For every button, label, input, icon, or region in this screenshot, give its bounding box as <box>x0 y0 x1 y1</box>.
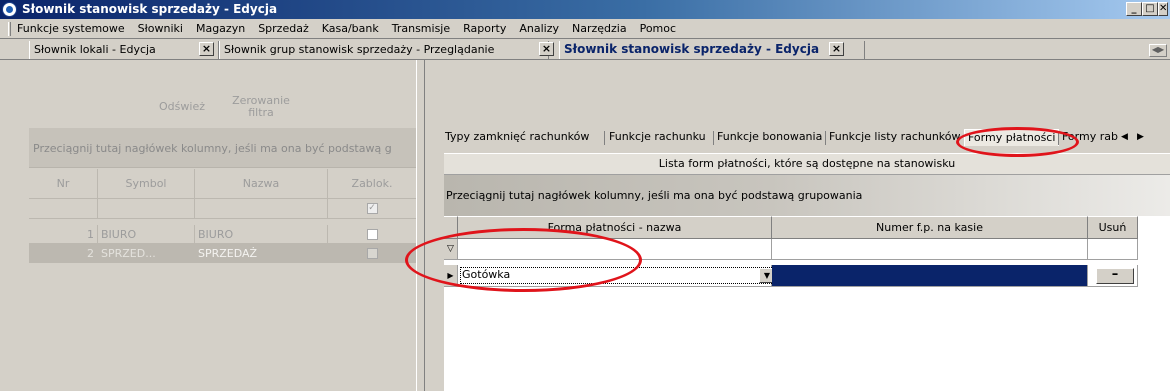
tab-label: Słownik lokali - Edycja <box>34 43 156 56</box>
menu-slowniki[interactable]: Słowniki <box>138 22 183 35</box>
group-by-area[interactable]: Przeciągnij tutaj nagłówek kolumny, jeśl… <box>444 175 1170 216</box>
tab-scroll-arrows[interactable]: ◀▶ <box>1149 44 1167 57</box>
filter-cell[interactable] <box>195 199 328 219</box>
menu-grip <box>8 21 11 36</box>
tab-slownik-lokali[interactable]: Słownik lokali - Edycja <box>29 41 219 59</box>
tab-formy-platnosci[interactable]: Formy płatności <box>964 129 1060 146</box>
tab-scroll-left-icon[interactable]: ◀ <box>1121 129 1128 145</box>
group-by-area[interactable]: Przeciągnij tutaj nagłówek kolumny, jeśl… <box>29 128 417 168</box>
cell-nr: 1 <box>29 225 98 244</box>
filter-row: ▽ <box>444 239 1170 260</box>
cell-nazwa: BIURO <box>195 225 328 244</box>
filter-cell[interactable] <box>98 199 195 219</box>
left-grid-header: Nr Symbol Nazwa Zablok. <box>29 169 417 199</box>
column-header-nr[interactable]: Nr <box>29 169 98 199</box>
reset-filter-button[interactable]: Zerowanie filtra <box>222 87 300 126</box>
menu-raporty[interactable]: Raporty <box>463 22 506 35</box>
filter-cell[interactable]: ✓ <box>328 199 417 219</box>
menu-magazyn[interactable]: Magazyn <box>196 22 245 35</box>
payment-forms-grid: Forma płatności - nazwa Numer f.p. na ka… <box>444 216 1170 391</box>
refresh-label: Odśwież <box>159 99 205 113</box>
cell-forma[interactable]: Gotówka ▼ <box>458 265 776 287</box>
filter-cell[interactable] <box>772 239 1088 260</box>
dropdown-value: Gotówka <box>462 268 511 281</box>
cell-numer[interactable] <box>772 265 1088 287</box>
left-panel: Odśwież Zerowanie filtra Przeciągnij tut… <box>29 87 417 391</box>
menu-analizy[interactable]: Analizy <box>519 22 559 35</box>
document-tab-strip: Słownik lokali - Edycja × Słownik grup s… <box>0 40 1170 60</box>
cell-nr: 2 <box>29 244 98 263</box>
refresh-button[interactable]: Odśwież <box>143 87 221 126</box>
row-indicator-icon: ▶ <box>444 265 458 287</box>
panel-splitter[interactable] <box>416 60 425 391</box>
tab-funkcje-rachunku[interactable]: Funkcje rachunku <box>609 129 706 145</box>
tab-label: Słownik grup stanowisk sprzedaży - Przeg… <box>224 43 495 56</box>
checkbox[interactable] <box>366 247 378 259</box>
menu-narzedzia[interactable]: Narzędzia <box>572 22 627 35</box>
column-header-forma[interactable]: Forma płatności - nazwa <box>458 216 772 239</box>
checkbox[interactable] <box>366 228 378 240</box>
column-header-numer[interactable]: Numer f.p. na kasie <box>772 216 1088 239</box>
menu-funkcje-systemowe[interactable]: Funkcje systemowe <box>17 22 125 35</box>
grid-header: Forma płatności - nazwa Numer f.p. na ka… <box>444 216 1170 239</box>
tab-slownik-stanowisk[interactable]: Słownik stanowisk sprzedaży - Edycja <box>559 41 865 59</box>
table-row[interactable]: 2 SPRZED... SPRZEDAŻ <box>29 244 417 263</box>
close-tab-icon[interactable]: × <box>199 42 214 56</box>
cell-zablok[interactable] <box>328 225 417 244</box>
menu-kasa-bank[interactable]: Kasa/bank <box>322 22 379 35</box>
cell-nazwa: SPRZEDAŻ <box>195 244 328 263</box>
checkbox[interactable]: ✓ <box>366 203 378 214</box>
column-header-nazwa[interactable]: Nazwa <box>195 169 328 199</box>
filter-cell[interactable] <box>29 199 98 219</box>
table-row[interactable]: ▶ Gotówka ▼ – <box>444 265 1170 287</box>
tab-scroll-right-icon[interactable]: ▶ <box>1137 129 1144 145</box>
tab-funkcje-bonowania[interactable]: Funkcje bonowania <box>717 129 822 145</box>
cell-symbol: BIURO <box>98 225 195 244</box>
filter-row: ✓ <box>29 199 417 219</box>
title-bar: Słownik stanowisk sprzedaży - Edycja _ □… <box>0 0 1170 19</box>
close-tab-icon[interactable]: × <box>829 42 844 56</box>
menu-transmisje[interactable]: Transmisje <box>392 22 450 35</box>
tab-funkcje-listy[interactable]: Funkcje listy rachunków <box>829 129 961 145</box>
tab-label: Słownik stanowisk sprzedaży - Edycja <box>564 42 820 56</box>
reset-filter-label: Zerowanie filtra <box>232 93 290 119</box>
list-title: Lista form płatności, które są dostępne … <box>444 153 1170 175</box>
app-icon <box>2 2 17 17</box>
close-tab-icon[interactable]: × <box>539 42 554 56</box>
menu-bar: Funkcje systemowe Słowniki Magazyn Sprze… <box>0 19 1170 39</box>
column-header-usun[interactable]: Usuń <box>1088 216 1138 239</box>
filter-cell[interactable] <box>458 239 772 260</box>
minimize-button[interactable]: _ <box>1126 2 1142 16</box>
column-header-zablok[interactable]: Zablok. <box>328 169 417 199</box>
tab-formy-rab[interactable]: Formy rab <box>1062 129 1118 145</box>
cell-zablok[interactable] <box>328 244 417 263</box>
maximize-button[interactable]: □ <box>1142 2 1158 16</box>
delete-button[interactable]: – <box>1096 268 1134 284</box>
cell-usun[interactable]: – <box>1088 265 1138 287</box>
window-title: Słownik stanowisk sprzedaży - Edycja <box>22 2 278 16</box>
table-row[interactable]: 1 BIURO BIURO <box>29 225 417 244</box>
detail-tabs: Typy zamknięć rachunków Funkcje rachunku… <box>437 129 1170 147</box>
tab-typy-zamkniec[interactable]: Typy zamknięć rachunków <box>445 129 589 145</box>
column-header-symbol[interactable]: Symbol <box>98 169 195 199</box>
payment-form-dropdown[interactable]: Gotówka ▼ <box>460 267 776 284</box>
close-button[interactable]: ✕ <box>1158 2 1168 16</box>
cell-symbol: SPRZED... <box>98 244 195 263</box>
menu-pomoc[interactable]: Pomoc <box>640 22 676 35</box>
filter-icon: ▽ <box>444 239 458 260</box>
tab-slownik-grup[interactable]: Słownik grup stanowisk sprzedaży - Przeg… <box>219 41 549 59</box>
menu-sprzedaz[interactable]: Sprzedaż <box>258 22 309 35</box>
row-indicator-header <box>444 216 458 239</box>
filter-cell[interactable] <box>1088 239 1138 260</box>
